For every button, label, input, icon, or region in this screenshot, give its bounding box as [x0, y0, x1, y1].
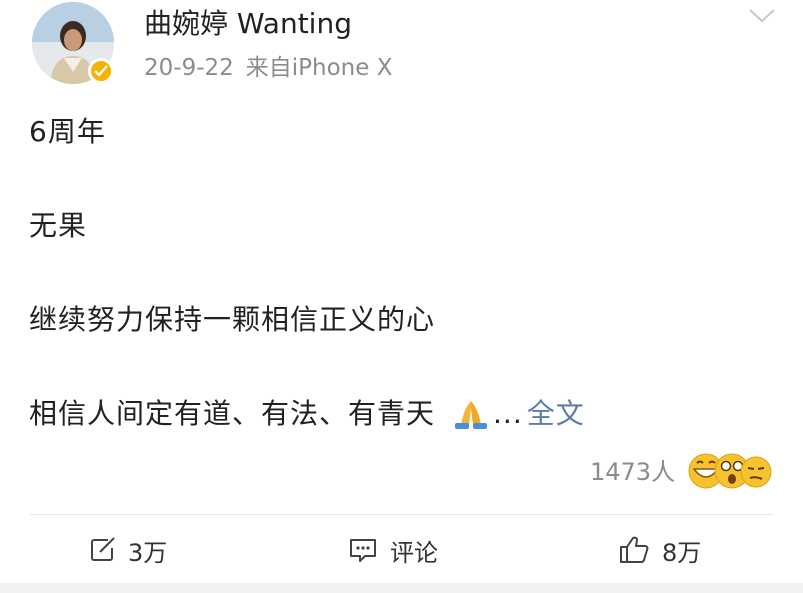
repost-icon	[91, 537, 115, 561]
reaction-emojis[interactable]	[686, 451, 776, 491]
post-source: 来自iPhone X	[245, 55, 393, 81]
post-meta: 20-9-22 来自iPhone X	[144, 48, 392, 82]
post-date: 20-9-22	[144, 55, 234, 81]
like-button[interactable]: 8万	[618, 528, 701, 572]
smirk-icon	[740, 456, 772, 488]
post-text-line-4-text: 相信人间定有道、有法、有青天	[29, 397, 436, 430]
ellipsis: ...	[493, 397, 523, 430]
divider	[30, 514, 773, 515]
comment-icon	[350, 539, 376, 562]
post-text-line-1: 6周年	[29, 115, 106, 148]
full-text-link[interactable]: 全文	[527, 397, 585, 430]
reaction-count[interactable]: 1473人	[590, 452, 675, 487]
comment-label: 评论	[390, 538, 438, 567]
post-text-line-3: 继续努力保持一颗相信正义的心	[29, 303, 436, 336]
chevron-down-icon[interactable]	[744, 4, 780, 28]
like-count: 8万	[662, 538, 702, 567]
author-name[interactable]: 曲婉婷 Wanting	[144, 2, 352, 42]
praying-hands-icon	[449, 397, 493, 436]
bottom-separator	[0, 583, 803, 593]
repost-button[interactable]: 3万	[88, 528, 167, 572]
thumbs-up-icon	[620, 536, 649, 563]
post-text-line-2: 无果	[29, 209, 88, 242]
comment-button[interactable]: 评论	[348, 528, 438, 572]
verified-badge-icon	[88, 58, 114, 84]
repost-count: 3万	[128, 538, 168, 567]
post-text-line-4: 相信人间定有道、有法、有青天 ... 全文	[29, 392, 585, 436]
